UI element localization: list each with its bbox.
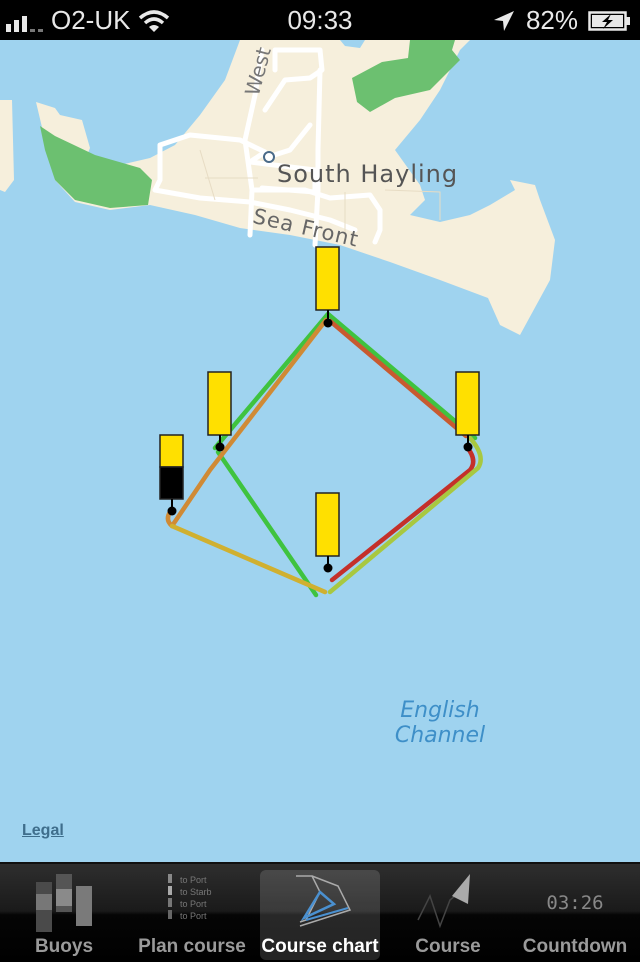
tab-plan-course-label: Plan course (138, 936, 246, 957)
town-marker (263, 151, 275, 163)
course-icon (417, 874, 470, 929)
course-chart-icon (296, 875, 352, 927)
tab-course-label: Course (415, 936, 481, 957)
buoy-start[interactable] (159, 434, 184, 516)
signal-bars-icon (6, 10, 43, 32)
countdown-icon-text: 03:26 (546, 892, 604, 914)
tab-countdown-label: Countdown (522, 936, 628, 957)
plan-course-icon-line: to Starb (180, 887, 212, 897)
course-leg-green-2 (215, 449, 319, 598)
tab-countdown[interactable]: 03:26 Countdown (515, 870, 635, 960)
buoy-west[interactable] (207, 371, 232, 452)
plan-course-icon: to Port to Starb to Port to Port (132, 870, 252, 936)
plan-course-icon-line: to Port (180, 899, 207, 909)
buoy-south[interactable] (315, 492, 340, 573)
course-leg-lime (327, 435, 483, 595)
water-label: English Channel (388, 698, 492, 748)
tab-course-chart-label: Course chart (261, 936, 379, 957)
tab-buoys-label: Buoys (34, 936, 94, 957)
course-leg-yellow (169, 523, 328, 595)
buoys-icon (36, 874, 92, 932)
water-label-text: English Channel (394, 698, 486, 748)
battery-charging-icon (588, 10, 630, 31)
tab-course-chart[interactable]: Course chart (260, 870, 380, 960)
status-bar: O2-UK 09:33 82% (0, 0, 640, 40)
location-arrow-icon (493, 10, 514, 31)
town-label: South Hayling (277, 160, 459, 188)
carrier-name: O2-UK (51, 5, 131, 35)
course-leg-rust (327, 318, 469, 439)
tab-buoys[interactable]: Buoys (8, 870, 120, 960)
tab-plan-course[interactable]: to Port to Starb to Port to Port Plan co… (132, 870, 252, 960)
map-view[interactable]: South Hayling Sea Front West English Cha… (0, 40, 640, 862)
clock-time: 09:33 (287, 5, 353, 35)
battery-percent: 82% (525, 5, 578, 35)
tab-course[interactable]: Course (388, 870, 508, 960)
course-leg-red (329, 443, 476, 583)
plan-course-icon-line: to Port (180, 875, 207, 885)
park-west (40, 126, 152, 208)
wifi-icon (139, 9, 170, 32)
buoy-north[interactable] (315, 246, 340, 328)
plan-course-icon-line: to Port (180, 911, 207, 921)
legal-link[interactable]: Legal (22, 822, 64, 840)
tab-bar: Buoys to Port to Starb to Port to Port P… (0, 862, 640, 962)
land-left-strip (0, 100, 14, 192)
